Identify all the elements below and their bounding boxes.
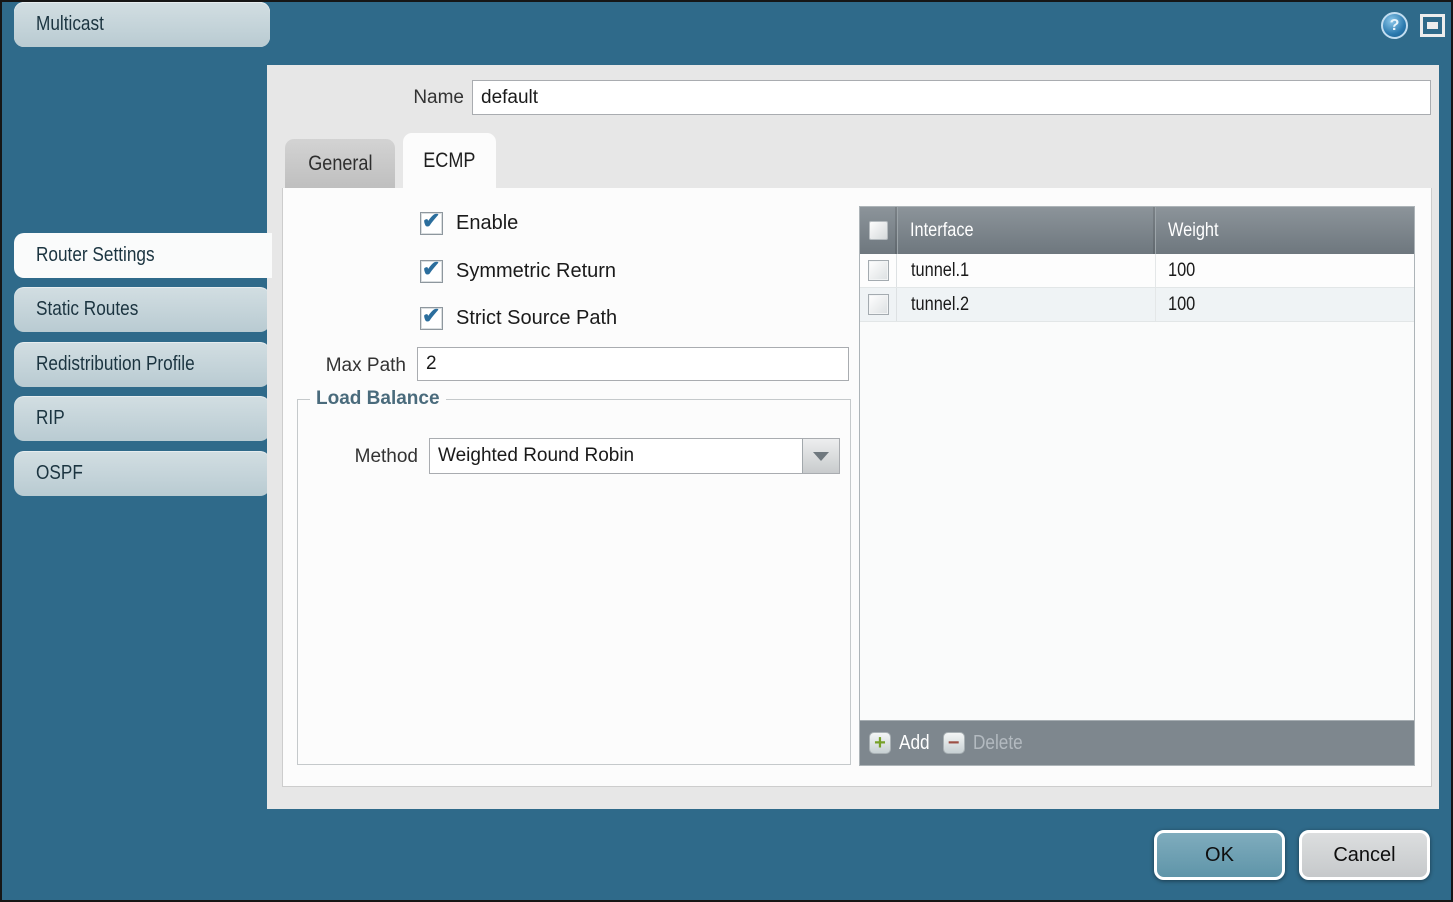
ok-button[interactable]: OK bbox=[1154, 830, 1285, 880]
row-checkbox[interactable] bbox=[868, 294, 889, 315]
check-icon: ✔ bbox=[422, 256, 440, 282]
method-dropdown[interactable]: Weighted Round Robin bbox=[429, 438, 840, 474]
row-checkbox-cell bbox=[860, 288, 897, 321]
load-balance-legend: Load Balance bbox=[310, 388, 446, 410]
interface-cell: tunnel.2 bbox=[897, 288, 1155, 321]
column-header-weight[interactable]: Weight bbox=[1155, 207, 1414, 254]
interface-table: Interface Weight tunnel.1 100 tunnel.2 1… bbox=[859, 206, 1415, 766]
chevron-down-icon bbox=[813, 452, 829, 461]
sidebar-item-multicast[interactable]: Multicast bbox=[14, 2, 270, 47]
row-checkbox-cell bbox=[860, 254, 897, 287]
symmetric-return-checkbox[interactable]: ✔ bbox=[420, 260, 443, 283]
method-dropdown-value: Weighted Round Robin bbox=[430, 439, 802, 473]
select-all-checkbox[interactable] bbox=[869, 221, 888, 240]
table-header: Interface Weight bbox=[860, 207, 1414, 254]
add-icon[interactable]: + bbox=[869, 732, 891, 754]
check-icon: ✔ bbox=[422, 303, 440, 329]
sidebar-item-static-routes[interactable]: Static Routes bbox=[14, 287, 270, 332]
enable-row: ✔ Enable bbox=[420, 212, 518, 235]
load-balance-group: Load Balance Method Weighted Round Robin bbox=[297, 388, 851, 765]
max-path-input[interactable] bbox=[417, 347, 849, 381]
name-label: Name bbox=[267, 87, 464, 109]
strict-source-path-row: ✔ Strict Source Path bbox=[420, 307, 617, 330]
weight-cell: 100 bbox=[1155, 288, 1414, 321]
row-checkbox[interactable] bbox=[868, 260, 889, 281]
strict-source-path-label: Strict Source Path bbox=[456, 307, 617, 330]
delete-icon[interactable]: − bbox=[943, 732, 965, 754]
enable-label: Enable bbox=[456, 212, 518, 235]
table-footer: + Add − Delete bbox=[860, 720, 1414, 765]
symmetric-return-label: Symmetric Return bbox=[456, 260, 616, 283]
column-header-interface[interactable]: Interface bbox=[897, 207, 1155, 254]
weight-cell: 100 bbox=[1155, 254, 1414, 287]
cancel-button[interactable]: Cancel bbox=[1299, 830, 1430, 880]
name-input[interactable] bbox=[472, 80, 1431, 115]
check-icon: ✔ bbox=[422, 208, 440, 234]
tab-general[interactable]: General bbox=[285, 139, 395, 188]
sidebar-item-router-settings[interactable]: Router Settings bbox=[14, 233, 272, 278]
max-path-label: Max Path bbox=[283, 355, 406, 377]
delete-button[interactable]: Delete bbox=[973, 732, 1031, 755]
strict-source-path-checkbox[interactable]: ✔ bbox=[420, 307, 443, 330]
method-dropdown-button[interactable] bbox=[802, 439, 839, 473]
add-button[interactable]: Add bbox=[899, 732, 935, 755]
table-row[interactable]: tunnel.1 100 bbox=[860, 254, 1414, 288]
interface-cell: tunnel.1 bbox=[897, 254, 1155, 287]
virtual-router-dialog: Virtual Router - default ? Router Settin… bbox=[0, 0, 1453, 902]
select-all-cell bbox=[860, 207, 897, 254]
table-row[interactable]: tunnel.2 100 bbox=[860, 288, 1414, 322]
restore-window-icon[interactable] bbox=[1420, 14, 1445, 37]
sidebar-item-redistribution-profile[interactable]: Redistribution Profile bbox=[14, 342, 270, 387]
method-label: Method bbox=[298, 446, 418, 468]
symmetric-return-row: ✔ Symmetric Return bbox=[420, 260, 616, 283]
enable-checkbox[interactable]: ✔ bbox=[420, 212, 443, 235]
help-icon[interactable]: ? bbox=[1381, 12, 1408, 39]
sidebar-item-ospf[interactable]: OSPF bbox=[14, 451, 270, 496]
tab-ecmp[interactable]: ECMP bbox=[403, 133, 496, 188]
sidebar-item-rip[interactable]: RIP bbox=[14, 396, 270, 441]
